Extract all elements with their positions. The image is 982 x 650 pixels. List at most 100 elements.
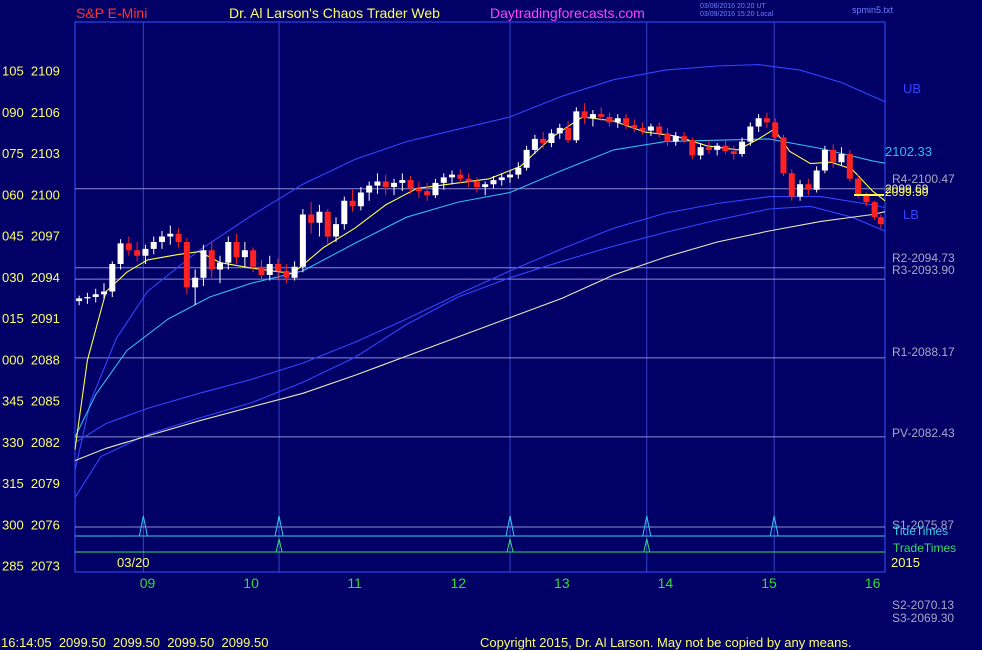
last-quote: 16:14:05 2099.50 2099.50 2099.50 2099.50 [1, 635, 269, 650]
candle-body [531, 138, 538, 150]
instrument-title: S&P E-Mini [76, 5, 148, 21]
candle-body [722, 145, 729, 152]
candle-body [150, 242, 157, 249]
candle-body [482, 184, 489, 187]
y-tick-label: 105 2109 [2, 64, 60, 79]
candle-body [581, 111, 588, 119]
level-label-r1: R1-2088.17 [892, 345, 955, 359]
candle-body [316, 211, 323, 223]
y-tick-label: 030 2094 [2, 270, 60, 285]
date-label: 03/20 [117, 555, 150, 570]
candle-body [101, 291, 108, 295]
candle-body [250, 250, 257, 267]
candle-body [664, 133, 671, 142]
candle-body [473, 181, 480, 187]
candle-body [672, 136, 679, 142]
candle-body [109, 264, 116, 292]
candle-body [407, 180, 414, 189]
candle-body [233, 242, 240, 258]
candle-body [217, 262, 224, 270]
candle-body [159, 236, 166, 242]
candle-body [656, 126, 663, 134]
candle-body [614, 118, 621, 123]
x-tick-label: 12 [450, 575, 466, 591]
lower-band-label: LB [903, 207, 919, 222]
candle-body [167, 233, 174, 237]
candle-body [241, 250, 248, 258]
candle-body [142, 248, 149, 256]
candle-body [705, 147, 712, 150]
y-tick-label: 045 2097 [2, 229, 60, 244]
x-tick-label: 13 [554, 575, 570, 591]
timestamp-local: 03/09/2016 15:20 Local [700, 11, 774, 18]
candle-body [432, 182, 439, 196]
x-tick-label: 14 [658, 575, 674, 591]
candle-body [548, 133, 555, 143]
timeframe-label: spmin5.txt [852, 5, 894, 15]
y-tick-label: 015 2091 [2, 311, 60, 326]
candle-body [125, 243, 132, 251]
candle-body [324, 211, 331, 237]
y-tick-label: 285 2073 [2, 559, 60, 574]
candle-body [540, 138, 547, 143]
level-label-s2: S2-2070.13 [892, 598, 954, 612]
candle-body [275, 264, 282, 271]
candle-96 [871, 200, 878, 220]
candle-body [515, 167, 522, 175]
candle-body [755, 118, 762, 127]
candle-90 [821, 145, 828, 174]
candle-body [871, 202, 878, 218]
x-tick-label: 16 [865, 575, 881, 591]
candle-body [780, 137, 787, 174]
candle-body [498, 177, 505, 181]
upper-band-label: UB [903, 81, 921, 96]
y-tick-label: 000 2088 [2, 352, 60, 367]
candle-body [623, 118, 630, 126]
candle-body [805, 184, 812, 190]
level-label-s3: S3-2069.30 [892, 611, 954, 625]
level-label-r3: R3-2093.90 [892, 263, 955, 277]
candle-body [192, 277, 199, 288]
candle-body [863, 195, 870, 203]
candle-body [598, 114, 605, 117]
x-tick-label: 09 [140, 575, 156, 591]
candle-body [308, 214, 315, 223]
candle-body [283, 270, 290, 278]
candle-body [440, 177, 447, 183]
candle-body [606, 116, 613, 123]
candle-body [225, 242, 232, 263]
candle-body [838, 154, 845, 163]
candle-body [565, 127, 572, 141]
candle-body [772, 122, 779, 138]
site-link[interactable]: Daytradingforecasts.com [490, 5, 645, 21]
candle-body [399, 180, 406, 183]
candle-body [391, 182, 398, 187]
chart-site-title: Dr. Al Larson's Chaos Trader Web [229, 5, 440, 21]
candle-body [357, 192, 364, 207]
candle-body [424, 191, 431, 196]
year-label: 2015 [891, 555, 920, 570]
candle-body [877, 217, 884, 225]
candle-body [266, 264, 273, 275]
candle-body [631, 125, 638, 128]
candle-body [813, 170, 820, 190]
candle-body [681, 136, 688, 141]
candle-body [333, 224, 340, 237]
candle-body [639, 127, 646, 131]
y-tick-label: 345 2085 [2, 394, 60, 409]
candle-body [117, 243, 124, 264]
candle-body [490, 180, 497, 185]
candle-body [415, 188, 422, 192]
candle-body [797, 184, 804, 197]
candle-body [183, 242, 190, 288]
candle-body [763, 118, 770, 123]
candle-body [730, 151, 737, 154]
close-value-b: 2099.50 [885, 185, 929, 199]
candle-60 [573, 107, 580, 143]
y-tick-label: 315 2079 [2, 476, 60, 491]
candle-body [739, 141, 746, 154]
tide-times-label: TideTimes [893, 524, 948, 538]
candle-body [647, 126, 654, 131]
candle-body [855, 178, 862, 196]
x-tick-label: 15 [761, 575, 777, 591]
